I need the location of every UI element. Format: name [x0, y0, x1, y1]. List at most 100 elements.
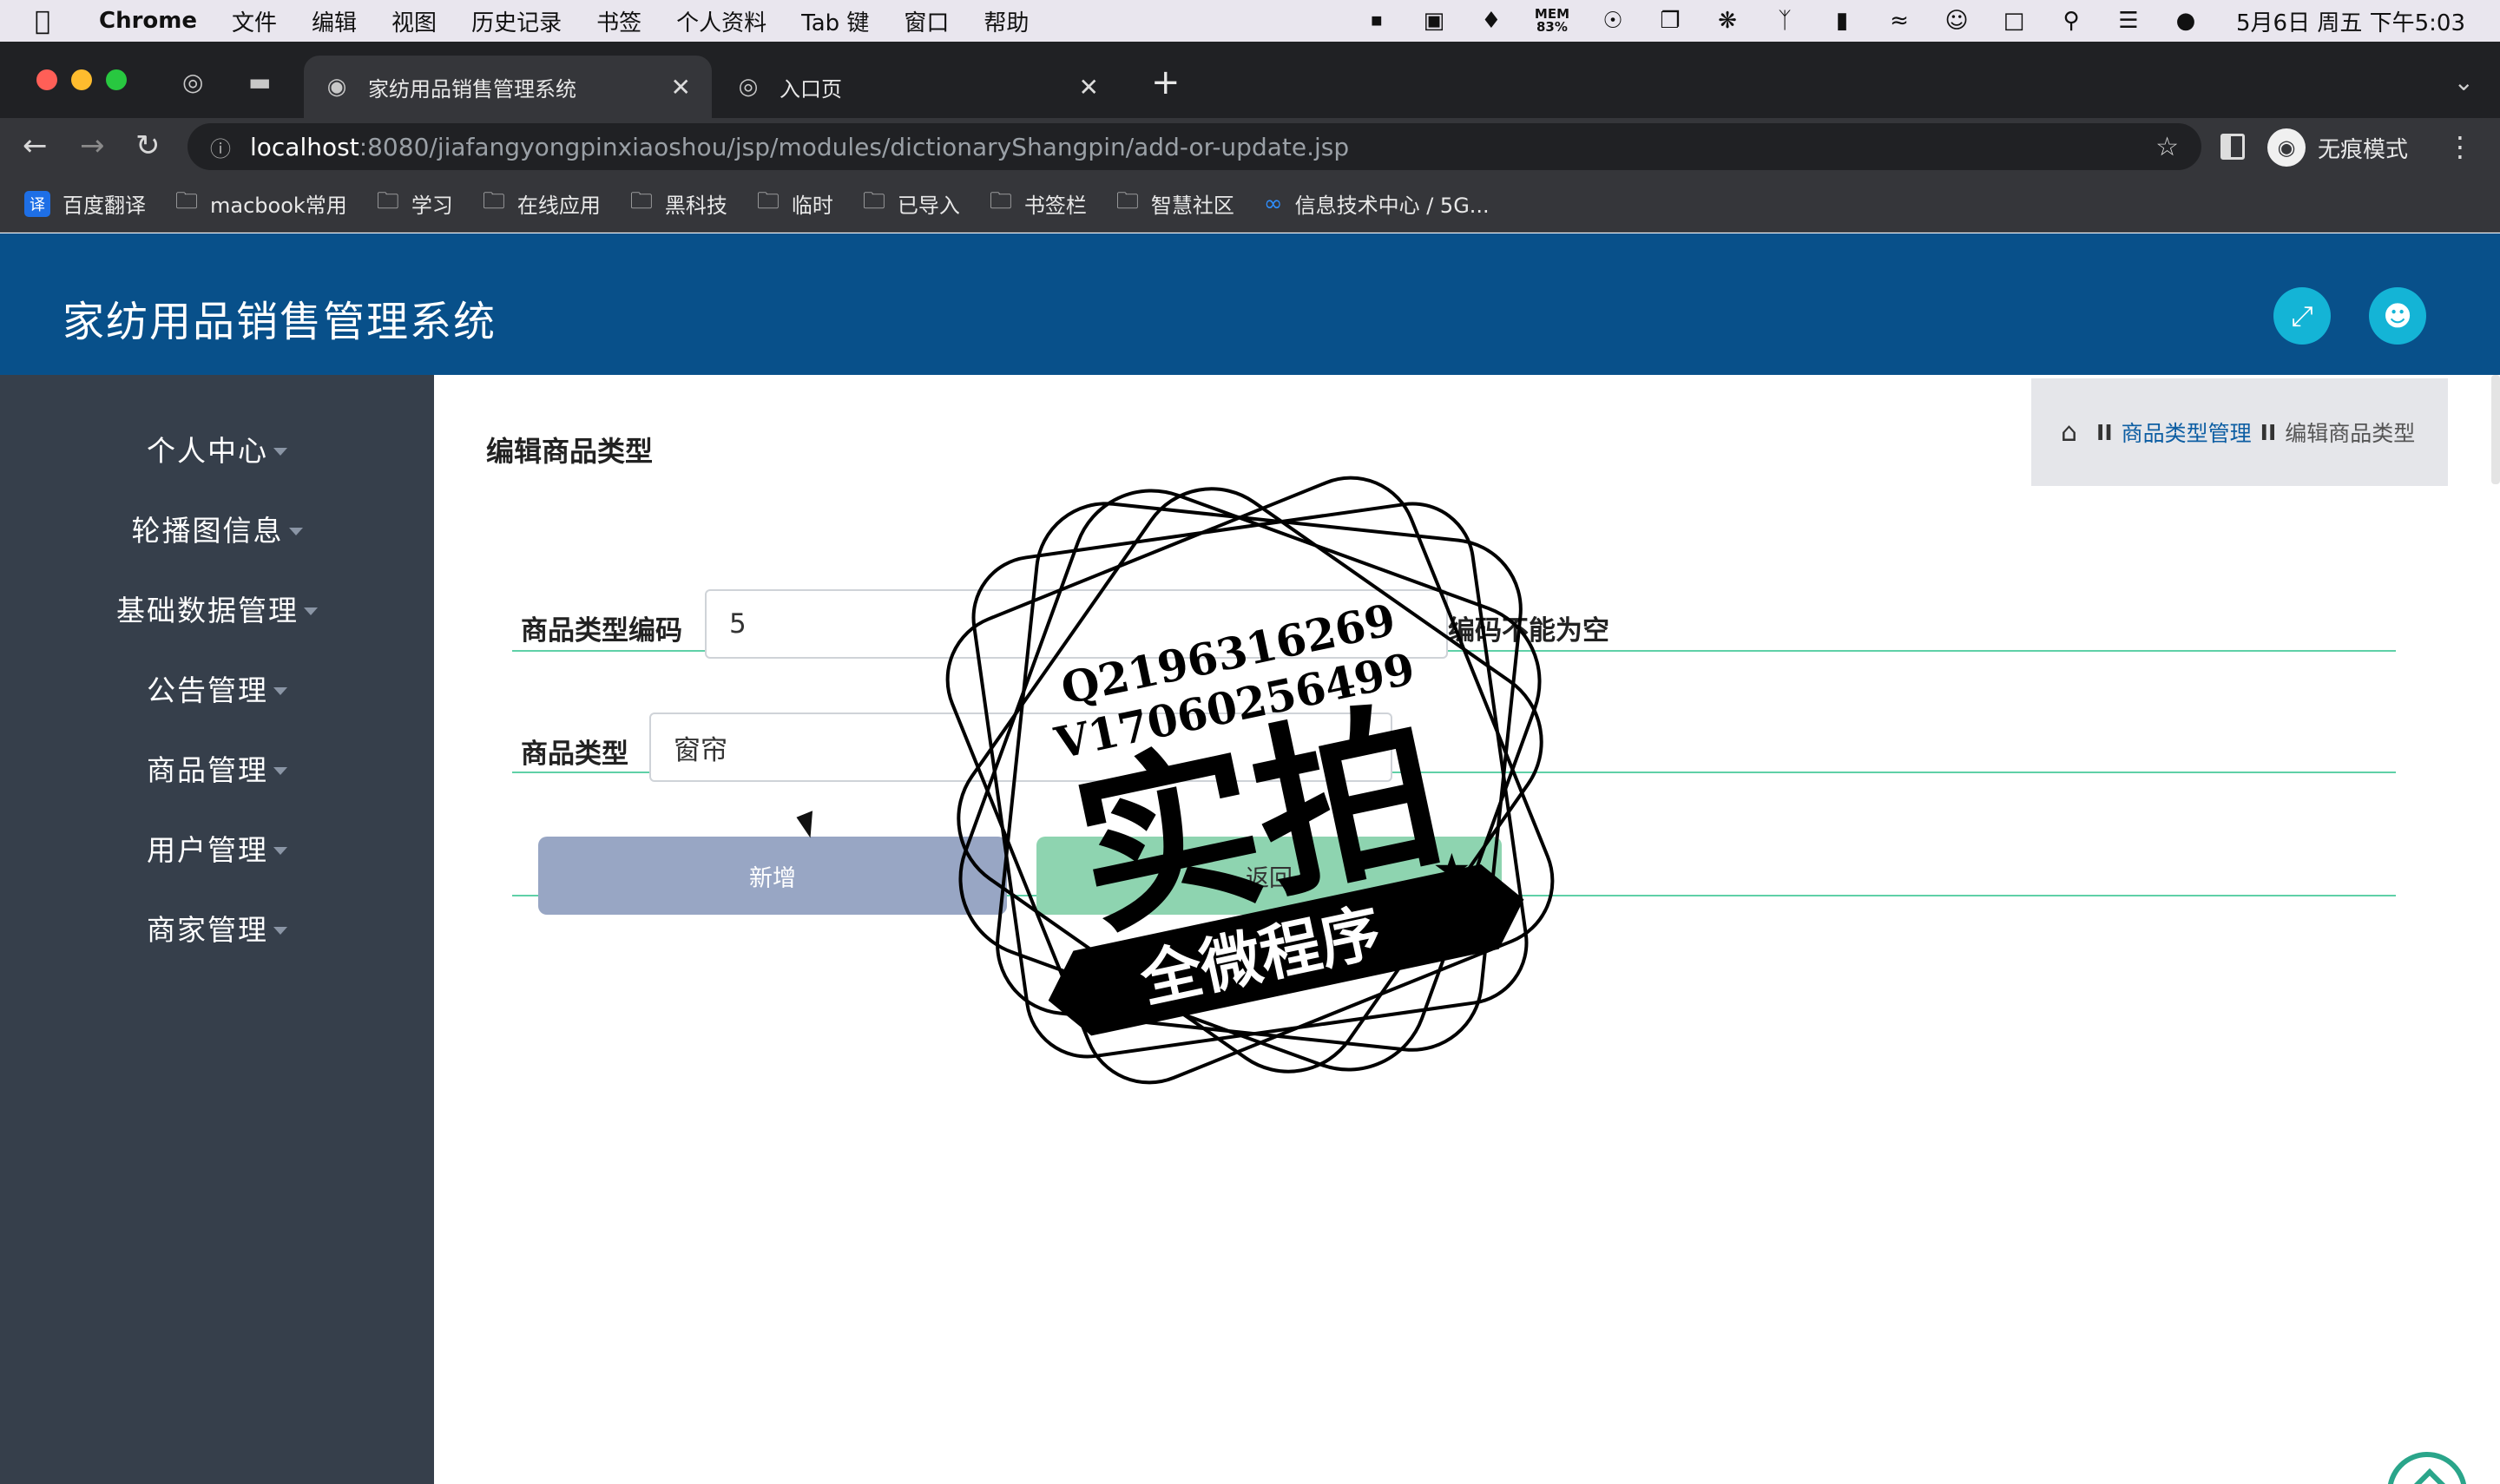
- bookmark-label: 百度翻译: [62, 194, 146, 218]
- record-icon[interactable]: ⏹: [1363, 7, 1391, 35]
- sidebar-item-merchants[interactable]: 商家管理: [0, 902, 434, 954]
- bookmark-label: macbook常用: [210, 194, 347, 218]
- tab-inactive[interactable]: ◎ 入口页 ✕: [720, 56, 1120, 118]
- caret-down-icon: [273, 926, 287, 935]
- incognito-label: 无痕模式: [2318, 136, 2409, 163]
- tab-close-icon[interactable]: ✕: [1079, 73, 1099, 102]
- content-scrollbar[interactable]: [2491, 375, 2500, 484]
- control-center-icon[interactable]: ☰: [2115, 7, 2142, 35]
- menubar-clock[interactable]: 5月6日 周五 下午5:03: [2236, 5, 2465, 37]
- menu-file[interactable]: 文件: [232, 5, 277, 37]
- site-info-icon[interactable]: ⓘ: [210, 132, 231, 162]
- bookmark-label: 信息技术中心 / 5G...: [1294, 194, 1490, 218]
- tab-close-icon[interactable]: ✕: [671, 73, 691, 102]
- caret-down-icon: [273, 766, 287, 775]
- bookmark-star-icon[interactable]: ☆: [2155, 132, 2179, 162]
- pinned-globe-icon[interactable]: ◎: [182, 68, 203, 96]
- fan-icon[interactable]: ❋: [1714, 7, 1741, 35]
- caret-down-icon: [273, 686, 287, 695]
- window-close-button[interactable]: [36, 69, 57, 90]
- menu-edit[interactable]: 编辑: [312, 5, 357, 37]
- bell-icon[interactable]: ♦: [1477, 7, 1505, 35]
- forward-arrow-icon[interactable]: →: [80, 128, 105, 163]
- menu-bookmarks[interactable]: 书签: [596, 5, 641, 37]
- tab-active[interactable]: ◉ 家纺用品销售管理系统 ✕: [304, 56, 712, 118]
- bookmark-label: 书签栏: [1023, 194, 1087, 218]
- bookmark-folder[interactable]: 🗀 已导入: [863, 185, 960, 223]
- user-menu-button[interactable]: ☻: [2369, 287, 2426, 345]
- folder-icon: 🗀: [862, 187, 885, 214]
- memory-meter[interactable]: MEM 83%: [1535, 8, 1569, 34]
- sidebar-item-basic-data[interactable]: 基础数据管理: [0, 582, 434, 634]
- sidebar-item-label: 公告管理: [147, 673, 268, 707]
- sidebar-item-carousel[interactable]: 轮播图信息: [0, 502, 434, 555]
- sidebar-item-users[interactable]: 用户管理: [0, 822, 434, 874]
- page-title: 编辑商品类型: [486, 435, 654, 468]
- bookmark-folder[interactable]: 🗀 智慧社区: [1116, 185, 1234, 223]
- bookmark-folder[interactable]: 🗀 黑科技: [630, 185, 727, 223]
- new-tab-button[interactable]: +: [1151, 62, 1181, 102]
- folder-icon: 🗀: [989, 187, 1012, 214]
- password-icon[interactable]: ☉: [1599, 7, 1627, 35]
- sidebar-item-goods[interactable]: 商品管理: [0, 742, 434, 794]
- user-icon[interactable]: ☺: [1943, 7, 1970, 35]
- bookmark-item[interactable]: ∞ 信息技术中心 / 5G...: [1264, 188, 1490, 219]
- bookmark-label: 黑科技: [664, 194, 727, 218]
- battery-icon[interactable]: ▮: [1828, 7, 1856, 35]
- wps-icon[interactable]: ▣: [1420, 7, 1448, 35]
- tab-search-chevron-icon[interactable]: ⌄: [2454, 68, 2474, 96]
- sidebar-item-notice[interactable]: 公告管理: [0, 662, 434, 714]
- folder-icon: 🗀: [629, 187, 653, 214]
- menu-tab[interactable]: Tab 键: [801, 5, 869, 37]
- bookmark-folder[interactable]: 🗀 macbook常用: [175, 185, 347, 223]
- tab-title: 入口页: [780, 76, 842, 102]
- infinity-icon: ∞: [1263, 190, 1283, 217]
- apple-icon[interactable]: : [35, 6, 66, 36]
- macos-menubar:  Chrome 文件 编辑 视图 历史记录 书签 个人资料 Tab 键 窗口 …: [0, 0, 2500, 42]
- breadcrumb-parent-link[interactable]: 商品类型管理: [2122, 417, 2252, 448]
- menu-view[interactable]: 视图: [391, 5, 437, 37]
- fullscreen-button[interactable]: ⤢: [2273, 287, 2331, 345]
- breadcrumb: ⌂ II 商品类型管理 II 编辑商品类型: [2031, 378, 2448, 486]
- address-bar[interactable]: ⓘ localhost:8080/jiafangyongpinxiaoshou/…: [188, 123, 2201, 170]
- wifi-icon[interactable]: ≈: [1885, 7, 1913, 35]
- status-tray: ⏹ ▣ ♦ MEM 83% ☉ ❐ ❋ ᛉ ▮ ≈ ☺ □ ⚲ ☰ ● 5月6日 …: [1363, 0, 2465, 42]
- reload-icon[interactable]: ↻: [135, 128, 161, 163]
- menu-help[interactable]: 帮助: [984, 5, 1029, 37]
- tab-favicon-icon: ◉: [326, 74, 347, 100]
- bluetooth-icon[interactable]: ᛉ: [1771, 7, 1799, 35]
- siri-icon[interactable]: ●: [2172, 7, 2200, 35]
- add-button[interactable]: 新增: [538, 837, 1007, 915]
- pinned-tab-icon[interactable]: ▬: [248, 68, 271, 96]
- bookmark-label: 学习: [411, 194, 453, 218]
- bookmark-folder[interactable]: 🗀 临时: [757, 185, 833, 223]
- menu-window[interactable]: 窗口: [904, 5, 949, 37]
- site-title: 家纺用品销售管理系统: [62, 298, 497, 346]
- breadcrumb-current: 编辑商品类型: [2285, 421, 2416, 446]
- window-minimize-button[interactable]: [71, 69, 92, 90]
- sidebar-item-label: 商品管理: [147, 753, 268, 787]
- incognito-indicator[interactable]: ◉ 无痕模式: [2267, 127, 2408, 168]
- window-icon[interactable]: ❐: [1656, 7, 1684, 35]
- browser-toolbar: ← → ↻ ⓘ localhost:8080/jiafangyongpinxia…: [0, 118, 2500, 175]
- side-panel-icon[interactable]: [2220, 134, 2245, 160]
- bookmark-folder[interactable]: 🗀 书签栏: [990, 185, 1087, 223]
- menu-history[interactable]: 历史记录: [471, 5, 562, 37]
- menu-profile[interactable]: 个人资料: [676, 5, 766, 37]
- bookmark-folder[interactable]: 🗀 在线应用: [483, 185, 601, 223]
- sidebar-item-personal-center[interactable]: 个人中心: [0, 423, 434, 475]
- caret-down-icon: [273, 447, 287, 456]
- spotlight-icon[interactable]: ⚲: [2057, 7, 2085, 35]
- scroll-to-top-button[interactable]: [2387, 1452, 2467, 1484]
- tab-globe-icon: ◎: [738, 74, 759, 100]
- back-arrow-icon[interactable]: ←: [23, 128, 48, 163]
- bookmark-folder[interactable]: 🗀 学习: [377, 185, 453, 223]
- breadcrumb-separator: II: [2260, 419, 2277, 445]
- bookmark-item[interactable]: 译百度翻译: [24, 188, 146, 219]
- menu-kebab-icon[interactable]: ⋮: [2446, 130, 2474, 163]
- window-zoom-button[interactable]: [106, 69, 127, 90]
- home-icon[interactable]: ⌂: [2061, 417, 2077, 448]
- input-method-icon[interactable]: □: [2000, 7, 2028, 35]
- caret-down-icon: [288, 527, 303, 535]
- menu-app-name[interactable]: Chrome: [99, 8, 197, 34]
